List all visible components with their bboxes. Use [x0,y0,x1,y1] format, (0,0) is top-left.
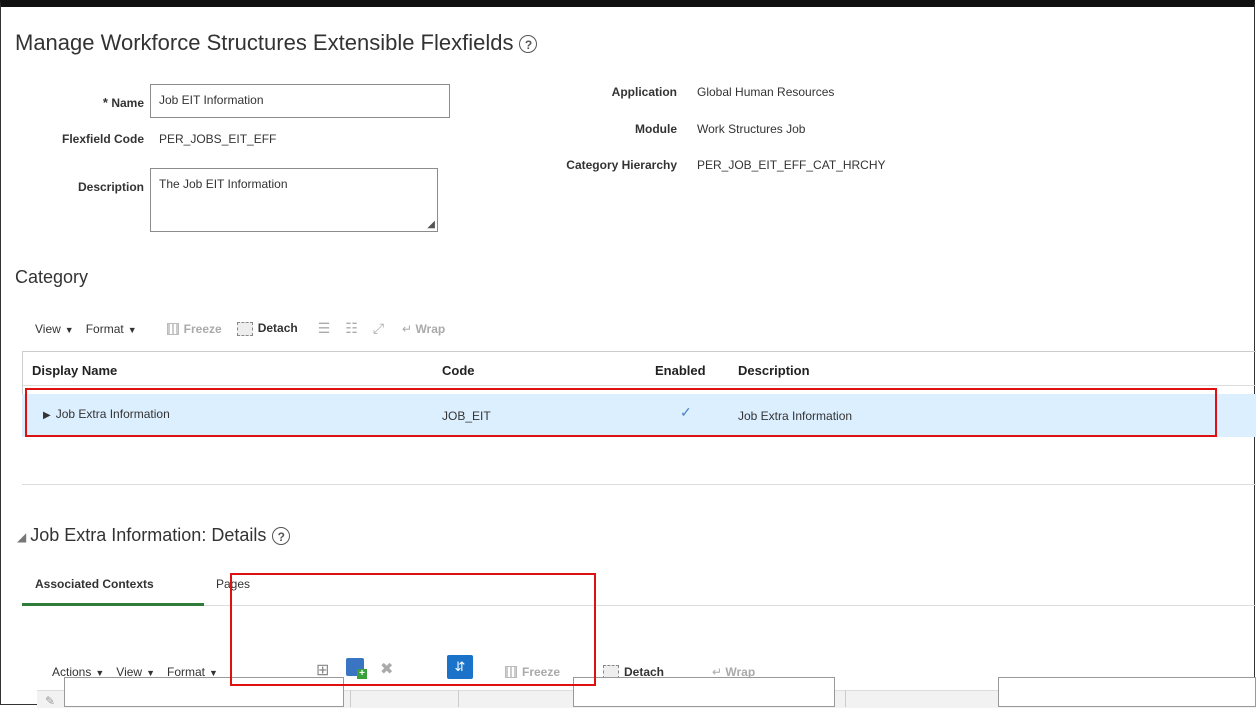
section-divider [22,484,1256,485]
wrap-button[interactable]: ↵ Wrap [402,322,445,336]
flexfield-code-value: PER_JOBS_EIT_EFF [159,132,277,146]
col-display-name[interactable]: Display Name [32,363,117,378]
reorder-icon[interactable]: ☷ [345,320,358,337]
description-input[interactable]: The Job EIT Information ◢ [150,168,438,232]
column-divider [350,690,351,707]
page-title: Manage Workforce Structures Extensible F… [15,30,538,56]
required-icon: * [102,95,108,110]
table-top-border [22,351,1256,352]
dropdown-arrow-icon: ▼ [64,324,74,335]
filter-input[interactable] [998,677,1256,707]
module-value: Work Structures Job [697,122,806,136]
help-icon[interactable]: ? [272,527,291,546]
format-menu[interactable]: Format ▼ [86,322,137,336]
application-value: Global Human Resources [697,85,835,99]
application-label: Application [611,85,677,99]
col-code[interactable]: Code [442,363,475,378]
detach-icon [236,321,253,336]
highlight-box-toolbar [230,573,596,686]
wrap-icon: ↵ [402,321,413,336]
expand-icon[interactable]: ⤢ [373,320,384,337]
filter-input[interactable] [573,677,835,707]
details-heading-text: Job Extra Information: Details [30,525,267,545]
freeze-icon [166,323,179,336]
page-title-text: Manage Workforce Structures Extensible F… [15,30,514,55]
category-heading: Category [15,267,89,287]
freeze-button[interactable]: Freeze [166,322,222,336]
tab-associated-contexts[interactable]: Associated Contexts [35,577,154,591]
active-tab-indicator [22,603,204,606]
column-divider [458,690,459,707]
edit-icon[interactable]: ✎ [45,694,55,708]
col-description[interactable]: Description [738,363,810,378]
module-label: Module [635,122,677,136]
description-text: The Job EIT Information [159,177,288,191]
category-hierarchy-label: Category Hierarchy [566,158,677,172]
columns-icon[interactable]: ☰ [318,320,331,337]
help-icon[interactable]: ? [519,35,538,54]
name-label: * Name [102,95,144,110]
category-toolbar: View ▼ Format ▼ Freeze Detach ☰ ☷ ⤢ ↵ Wrap [35,320,445,337]
description-label: Description [77,180,144,194]
collapse-icon[interactable]: ◢ [17,530,26,544]
table-header-border [22,385,1256,386]
highlight-box-row [25,388,1217,437]
view-menu[interactable]: View ▼ [35,322,74,336]
dropdown-arrow-icon: ▼ [127,324,137,335]
resize-handle-icon[interactable]: ◢ [427,219,435,230]
flexfield-code-label: Flexfield Code [61,132,144,146]
column-divider [845,690,846,707]
details-heading: ◢ Job Extra Information: Details? [17,525,291,546]
name-input[interactable]: Job EIT Information [150,84,450,118]
category-hierarchy-value: PER_JOB_EIT_EFF_CAT_HRCHY [697,158,886,172]
col-enabled[interactable]: Enabled [655,363,706,378]
detach-button[interactable]: Detach [236,321,298,336]
